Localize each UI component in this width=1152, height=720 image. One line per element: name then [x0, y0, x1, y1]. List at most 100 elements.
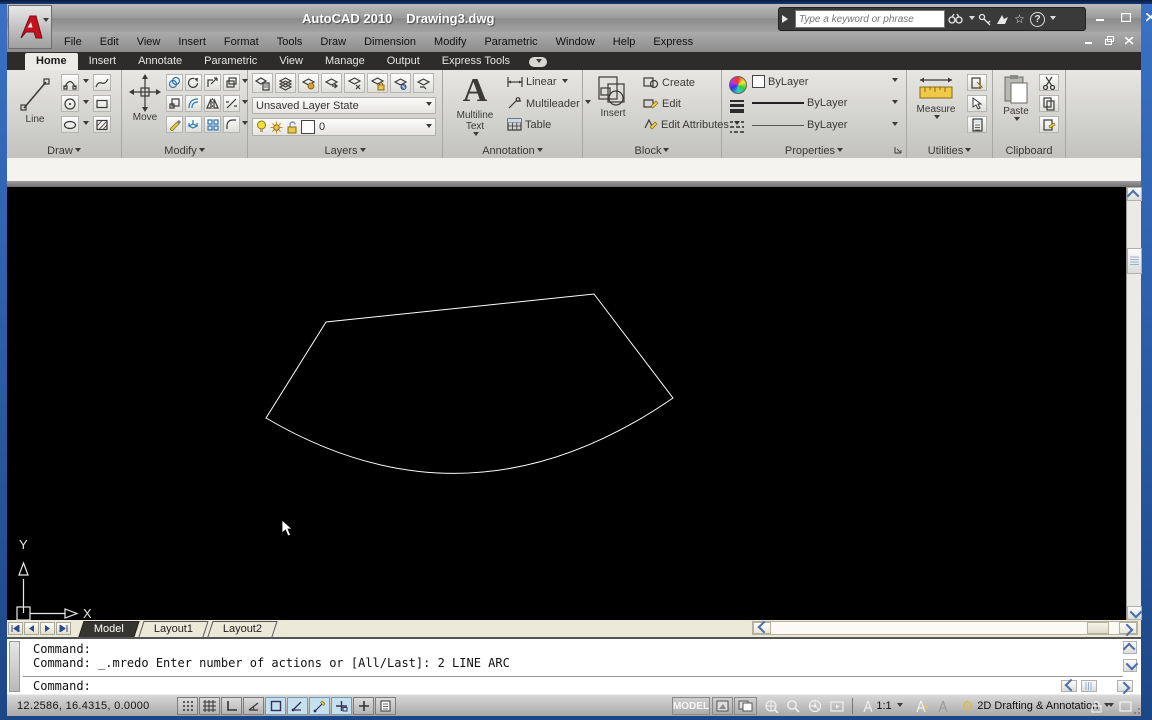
- panel-modify-label[interactable]: Modify: [122, 145, 247, 157]
- linetype-icon[interactable]: [729, 120, 745, 134]
- multileader-button[interactable]: Multileader: [507, 97, 591, 110]
- ribbon-tab-output[interactable]: Output: [376, 53, 431, 70]
- array-button[interactable]: [204, 116, 221, 133]
- help-icon[interactable]: ?: [1030, 11, 1045, 27]
- canvas-horizontal-scrollbar[interactable]: [752, 620, 1138, 636]
- ribbon-tab-express-tools[interactable]: Express Tools: [431, 53, 521, 70]
- menu-draw[interactable]: Draw: [311, 34, 355, 50]
- linear-dimension-button[interactable]: Linear: [507, 76, 568, 88]
- menu-edit[interactable]: Edit: [91, 34, 128, 50]
- search-options-dropdown-icon[interactable]: [969, 15, 975, 23]
- horizontal-scroll-thumb[interactable]: [1087, 622, 1109, 634]
- tab-layout1[interactable]: Layout1: [138, 620, 209, 637]
- cut-button[interactable]: [1039, 74, 1059, 91]
- ortho-toggle[interactable]: [221, 697, 242, 715]
- otrack-toggle[interactable]: [287, 697, 308, 715]
- pan-button[interactable]: [761, 697, 781, 715]
- panel-draw-label[interactable]: Draw: [7, 145, 121, 157]
- ribbon-tab-manage[interactable]: Manage: [314, 53, 376, 70]
- model-paper-toggle[interactable]: MODEL: [672, 697, 710, 715]
- polar-toggle[interactable]: [243, 697, 264, 715]
- ellipse-button[interactable]: [61, 116, 79, 133]
- search-input[interactable]: [795, 10, 945, 28]
- command-window[interactable]: Command: Command: _.mredo Enter number o…: [7, 637, 1141, 694]
- paste-button[interactable]: Paste: [997, 74, 1035, 124]
- help-dropdown-icon[interactable]: [1050, 15, 1056, 23]
- layer-dropdown[interactable]: 0: [252, 118, 436, 136]
- fillet-button[interactable]: [223, 116, 240, 133]
- order-dropdown[interactable]: [240, 74, 248, 91]
- scroll-left-button[interactable]: [753, 620, 771, 634]
- erase-button[interactable]: [166, 116, 183, 133]
- ribbon-tab-annotate[interactable]: Annotate: [127, 53, 193, 70]
- circle-dropdown[interactable]: [80, 95, 89, 112]
- showmotion-button[interactable]: [827, 697, 847, 715]
- doc-restore-button[interactable]: [1101, 34, 1118, 47]
- lineweight-icon[interactable]: [729, 99, 745, 113]
- object-color-icon[interactable]: [729, 76, 747, 94]
- ribbon-tab-insert[interactable]: Insert: [78, 53, 128, 70]
- minimize-button[interactable]: [1090, 10, 1111, 25]
- menu-parametric[interactable]: Parametric: [475, 34, 546, 50]
- command-scroll-right-button[interactable]: [1117, 680, 1133, 694]
- stretch-button[interactable]: [204, 74, 221, 91]
- steering-wheel-button[interactable]: [805, 697, 825, 715]
- layer-freeze-button[interactable]: [344, 73, 365, 93]
- model-tab-button[interactable]: [712, 697, 733, 715]
- zoom-button[interactable]: [783, 697, 803, 715]
- arc-dropdown[interactable]: [80, 74, 89, 91]
- grid-toggle[interactable]: [199, 697, 220, 715]
- menu-tools[interactable]: Tools: [268, 34, 312, 50]
- panel-block-label[interactable]: Block: [583, 145, 721, 157]
- properties-dialog-launcher-icon[interactable]: [893, 145, 903, 155]
- ducs-toggle[interactable]: [309, 697, 330, 715]
- command-scroll-up-button[interactable]: [1122, 641, 1137, 656]
- application-menu-button[interactable]: [8, 5, 52, 49]
- tab-model[interactable]: Model: [78, 620, 140, 637]
- scroll-right-button[interactable]: [1119, 622, 1137, 636]
- layer-isolate-button[interactable]: [298, 73, 319, 93]
- status-menu-dropdown[interactable]: [1105, 697, 1115, 715]
- edit-block-button[interactable]: Edit: [643, 97, 681, 110]
- table-button[interactable]: Table: [507, 118, 551, 131]
- menu-express[interactable]: Express: [644, 34, 702, 50]
- dyn-ucs-toggle[interactable]: [331, 697, 352, 715]
- layer-unisolate-button[interactable]: [321, 73, 342, 93]
- drawing-canvas[interactable]: Y X: [7, 187, 1126, 620]
- menu-view[interactable]: View: [128, 34, 170, 50]
- scroll-down-button[interactable]: [1127, 605, 1143, 620]
- menu-window[interactable]: Window: [547, 34, 604, 50]
- menu-modify[interactable]: Modify: [425, 34, 475, 50]
- multiline-text-button[interactable]: A Multiline Text: [449, 72, 501, 139]
- auto-annotation-button[interactable]: [934, 697, 954, 715]
- layer-properties-button[interactable]: [252, 73, 273, 93]
- ribbon-tab-home[interactable]: Home: [25, 53, 78, 70]
- bring-to-front-button[interactable]: [223, 74, 240, 91]
- drawn-shape[interactable]: [265, 293, 674, 474]
- explode-button[interactable]: [185, 116, 202, 133]
- layer-states-button[interactable]: [275, 73, 296, 93]
- quick-properties-toggle[interactable]: [375, 697, 396, 715]
- menu-insert[interactable]: Insert: [169, 34, 215, 50]
- create-block-button[interactable]: Create: [643, 76, 695, 89]
- favorites-star-icon[interactable]: ☆: [1012, 9, 1027, 29]
- color-dropdown[interactable]: ByLayer: [752, 75, 898, 88]
- quick-select-button[interactable]: [967, 74, 987, 91]
- rectangle-button[interactable]: [93, 95, 111, 112]
- spline-button[interactable]: [93, 74, 111, 91]
- scale-button[interactable]: [166, 95, 183, 112]
- quick-calc-button[interactable]: [967, 116, 987, 133]
- layer-off-button[interactable]: [390, 73, 411, 93]
- command-prompt[interactable]: Command:: [33, 679, 91, 693]
- close-button[interactable]: [1140, 10, 1152, 25]
- menu-format[interactable]: Format: [215, 34, 268, 50]
- layout-tab-button[interactable]: [734, 697, 757, 715]
- doc-close-button[interactable]: [1121, 34, 1138, 47]
- annotation-scale-button[interactable]: 1:1: [857, 697, 909, 715]
- copy-button[interactable]: [166, 74, 183, 91]
- ribbon-tab-view[interactable]: View: [268, 53, 314, 70]
- prev-tab-button[interactable]: [24, 622, 39, 635]
- scroll-up-button[interactable]: [1126, 187, 1142, 202]
- binoculars-search-icon[interactable]: [948, 13, 964, 25]
- layer-lock-button[interactable]: [367, 73, 388, 93]
